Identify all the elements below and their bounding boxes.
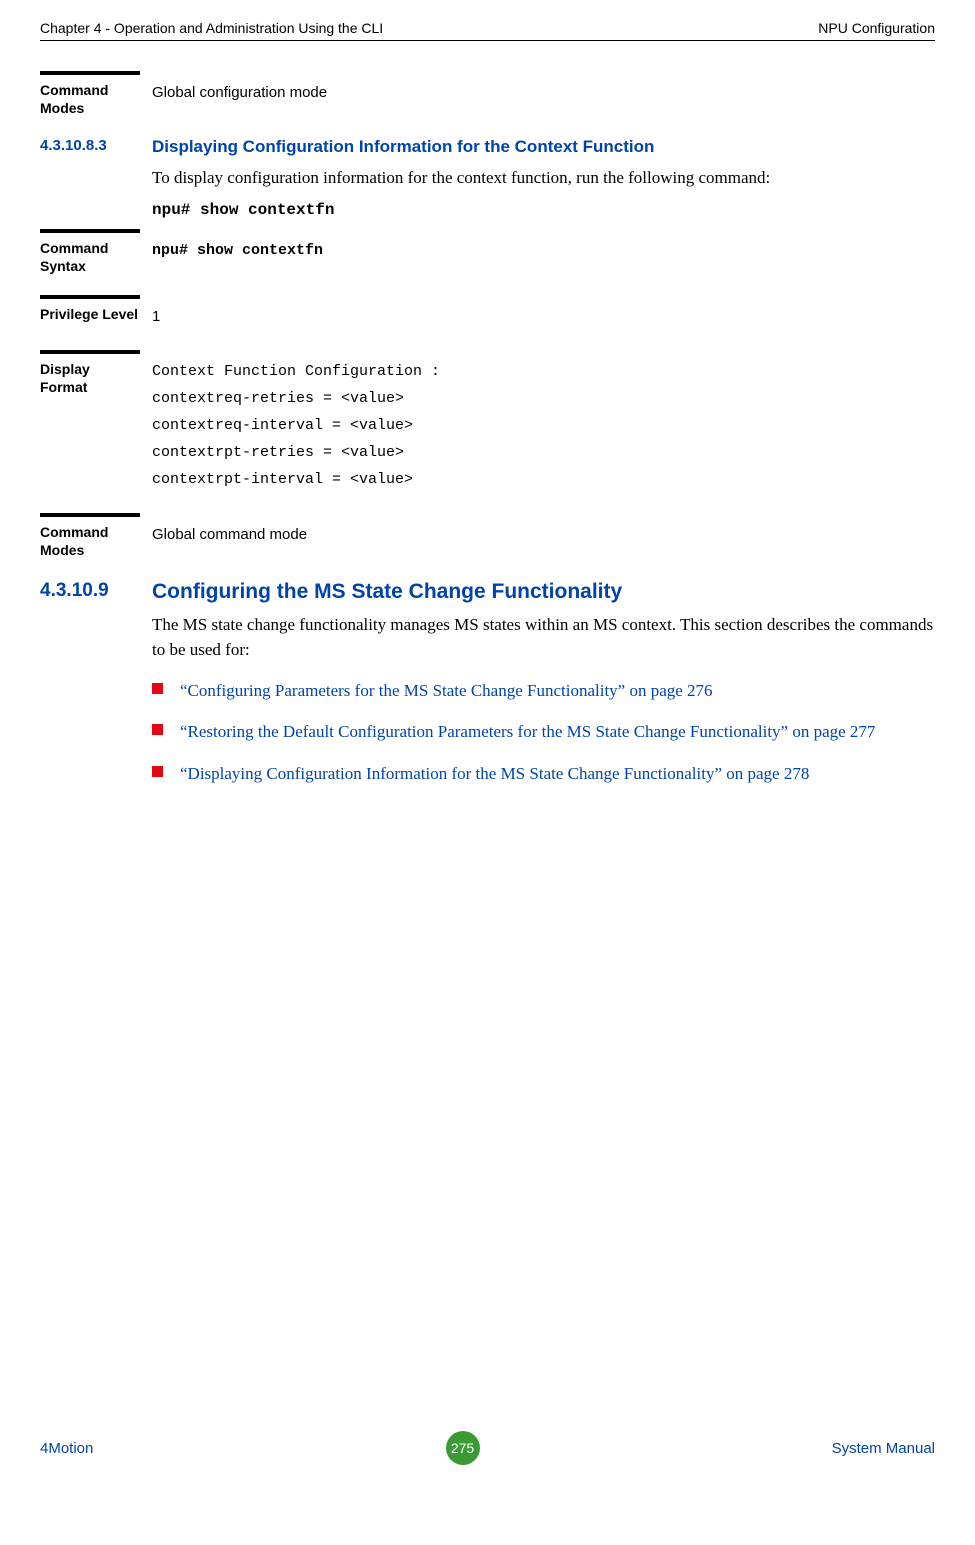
command-modes-value-2: Global command mode: [140, 513, 935, 559]
display-format-entry: Display Format Context Function Configur…: [40, 350, 935, 493]
footer-left: 4Motion: [40, 1440, 93, 1457]
page-header: Chapter 4 - Operation and Administration…: [40, 20, 935, 41]
bullet-list: “Configuring Parameters for the MS State…: [152, 679, 935, 786]
footer-right: System Manual: [832, 1440, 935, 1457]
header-right: NPU Configuration: [818, 20, 935, 36]
command-modes-entry: Command Modes Global configuration mode: [40, 71, 935, 117]
xref-link[interactable]: “Displaying Configuration Information fo…: [180, 764, 809, 783]
command-modes-label: Command Modes: [40, 81, 140, 117]
page-number-badge: 275: [446, 1431, 480, 1465]
entry-label-col: Command Modes: [40, 513, 140, 559]
section-code: npu# show contextfn: [152, 201, 935, 219]
display-format-value: Context Function Configuration : context…: [140, 350, 935, 493]
privilege-level-value: 1: [140, 295, 935, 330]
command-syntax-entry: Command Syntax npu# show contextfn: [40, 229, 935, 275]
section-title-2: Configuring the MS State Change Function…: [140, 580, 935, 604]
xref-link[interactable]: “Configuring Parameters for the MS State…: [180, 681, 713, 700]
bullet-item[interactable]: “Configuring Parameters for the MS State…: [152, 679, 935, 703]
privilege-level-label: Privilege Level: [40, 305, 140, 323]
privilege-level-entry: Privilege Level 1: [40, 295, 935, 330]
section-heading: 4.3.10.8.3 Displaying Configuration Info…: [40, 137, 935, 157]
section-body-2: The MS state change functionality manage…: [152, 612, 935, 663]
section-number: 4.3.10.8.3: [40, 137, 140, 157]
entry-label-col: Command Syntax: [40, 229, 140, 275]
display-format-label: Display Format: [40, 360, 140, 396]
section-number-2: 4.3.10.9: [40, 580, 140, 604]
xref-link[interactable]: “Restoring the Default Configuration Par…: [180, 722, 875, 741]
header-left: Chapter 4 - Operation and Administration…: [40, 20, 383, 36]
section-heading-2: 4.3.10.9 Configuring the MS State Change…: [40, 580, 935, 604]
entry-label-col: Command Modes: [40, 71, 140, 117]
command-syntax-label: Command Syntax: [40, 239, 140, 275]
display-line: contextrpt-retries = <value>: [152, 439, 935, 466]
command-modes-entry-2: Command Modes Global command mode: [40, 513, 935, 559]
entry-label-col: Display Format: [40, 350, 140, 493]
command-modes-value: Global configuration mode: [140, 71, 935, 117]
bullet-item[interactable]: “Displaying Configuration Information fo…: [152, 762, 935, 786]
entry-label-col: Privilege Level: [40, 295, 140, 330]
display-line: Context Function Configuration :: [152, 358, 935, 385]
section-title: Displaying Configuration Information for…: [140, 137, 935, 157]
display-line: contextreq-retries = <value>: [152, 385, 935, 412]
bullet-item[interactable]: “Restoring the Default Configuration Par…: [152, 720, 935, 744]
display-line: contextreq-interval = <value>: [152, 412, 935, 439]
display-line: contextrpt-interval = <value>: [152, 466, 935, 493]
section-body: To display configuration information for…: [152, 165, 935, 191]
command-modes-label-2: Command Modes: [40, 523, 140, 559]
command-syntax-value: npu# show contextfn: [140, 229, 935, 275]
page-footer: 4Motion 275 System Manual: [40, 1431, 935, 1465]
